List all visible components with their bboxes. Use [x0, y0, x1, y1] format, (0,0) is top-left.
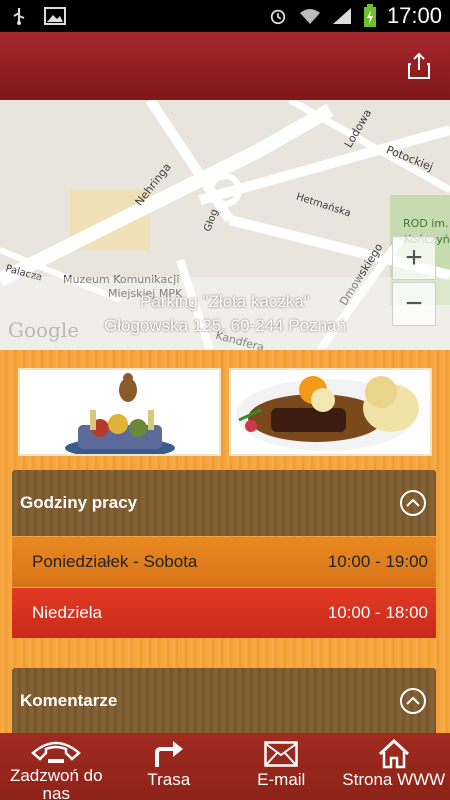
email-button[interactable]: E-mail [225, 733, 338, 800]
usb-icon [13, 8, 25, 25]
place-name: Parking "Złota kaczka" [140, 292, 310, 311]
share-icon[interactable] [406, 52, 432, 80]
hours-day: Poniedziałek - Sobota [32, 552, 198, 571]
alarm-icon [270, 9, 286, 25]
comments-title: Komentarze [20, 691, 118, 710]
hours-row-weekday: Poniedziałek - Sobota 10:00 - 19:00 [12, 537, 436, 587]
zoom-out-button[interactable]: − [392, 282, 436, 326]
mail-icon [264, 741, 298, 767]
signal-icon [332, 8, 351, 24]
wifi-icon [299, 9, 320, 24]
chevron-up-icon[interactable] [400, 688, 426, 714]
image-icon [44, 7, 66, 25]
home-icon [378, 739, 409, 769]
comments-header[interactable]: Komentarze [12, 668, 436, 734]
chevron-up-icon[interactable] [400, 490, 426, 516]
status-time: 17:00 [386, 3, 442, 28]
map-label-area: ROD im. [403, 217, 449, 230]
bottom-nav: Zadzwoń do nas Trasa E-mail Strona WWW [0, 733, 450, 800]
hours-day: Niedziela [32, 603, 102, 622]
restaurant-logo-image[interactable] [18, 368, 221, 456]
hours-time: 10:00 - 18:00 [327, 603, 428, 622]
battery-charging-icon [363, 4, 376, 27]
opening-hours-header[interactable]: Godziny pracy [12, 470, 436, 536]
website-button[interactable]: Strona WWW [338, 733, 450, 800]
route-label: Trasa [147, 770, 191, 789]
email-label: E-mail [257, 770, 306, 789]
route-button[interactable]: Trasa [113, 733, 226, 800]
opening-hours-title: Godziny pracy [20, 493, 138, 512]
call-button[interactable]: Zadzwoń do nas [0, 733, 113, 800]
website-label: Strona WWW [342, 770, 446, 789]
hours-time: 10:00 - 19:00 [327, 552, 428, 571]
dish-image[interactable] [229, 368, 432, 456]
route-arrow-icon [154, 741, 183, 767]
phone-icon [31, 741, 82, 763]
call-label: Zadzwoń do nas [9, 766, 103, 800]
app-header [0, 32, 450, 100]
hours-row-sunday: Niedziela 10:00 - 18:00 [12, 588, 436, 638]
map-view[interactable]: Nehringa Lodowa Potockiej Hetmańska Głog… [0, 100, 450, 350]
content-area: Godziny pracy Poniedziałek - Sobota 10:0… [0, 350, 450, 734]
google-logo: Google [8, 318, 80, 342]
zoom-in-button[interactable]: + [392, 236, 436, 280]
status-bar: 17:00 [0, 0, 450, 32]
